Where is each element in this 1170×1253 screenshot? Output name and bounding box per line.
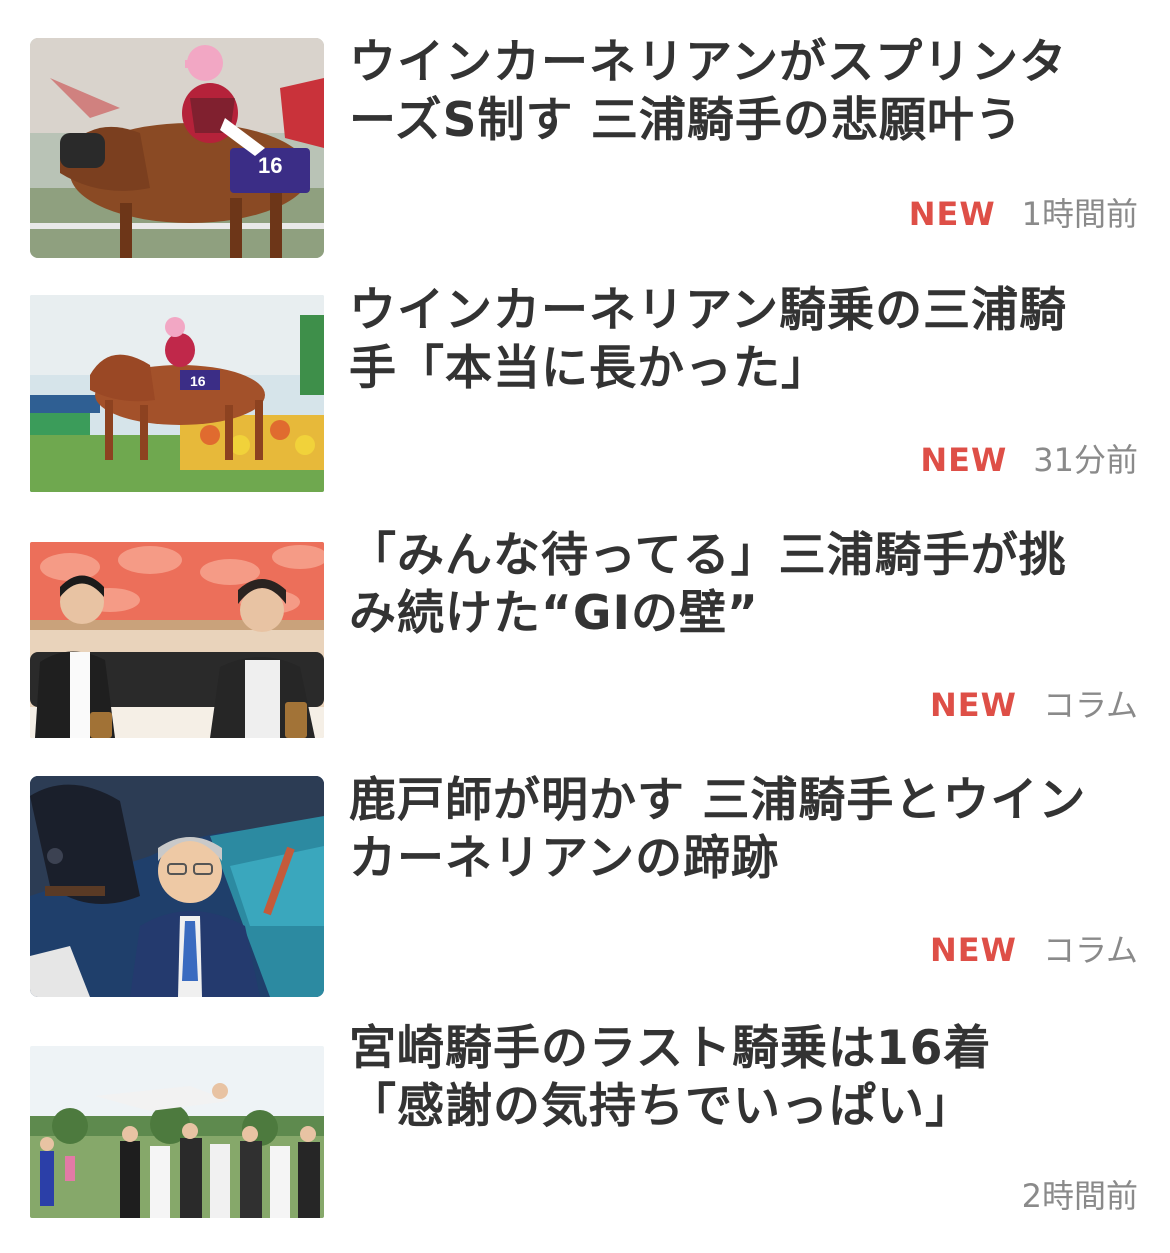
article-title[interactable]: 鹿戸師が明かす 三浦騎手とウイン カーネリアンの蹄跡 [349, 772, 1139, 888]
article-time: 31分前 [1033, 441, 1138, 479]
article-title[interactable]: ウインカーネリアンがスプリンタ ーズS制す 三浦騎手の悲願叶う [349, 34, 1139, 150]
article-title-line: ウインカーネリアン騎乗の三浦騎 [349, 283, 1068, 338]
article-time: 2時間前 [1021, 1177, 1138, 1215]
article-thumbnail[interactable] [30, 776, 324, 997]
article-title-line: 「みんな待ってる」三浦騎手が挑 [349, 528, 1067, 583]
article-meta: NEW 1時間前 [909, 194, 1138, 234]
new-badge: NEW [908, 195, 996, 233]
article-title-line: 「感謝の気持ちでいっぱい」 [349, 1079, 973, 1134]
news-feed: 16 ウインカーネリアンがスプリンタ ーズS制す 三浦騎手の悲願叶う NEW 1時… [0, 0, 1170, 1253]
news-item[interactable]: 16 ウインカーネリアンがスプリンタ ーズS制す 三浦騎手の悲願叶う NEW 1時… [0, 0, 1170, 270]
new-badge: NEW [930, 931, 1017, 969]
article-title-line: ーズS制す 三浦騎手の悲願叶う [349, 93, 1023, 148]
article-meta: NEW 31分前 [920, 440, 1138, 480]
new-badge: NEW [930, 686, 1017, 724]
article-thumbnail[interactable] [30, 1046, 324, 1218]
article-title[interactable]: 「みんな待ってる」三浦騎手が挑 み続けた“GIの壁” [349, 527, 1139, 643]
article-thumbnail[interactable] [30, 542, 324, 738]
article-title-line: 宮崎騎手のラスト騎乗は16着 [349, 1021, 992, 1076]
svg-text:16: 16 [258, 153, 282, 178]
article-title[interactable]: ウインカーネリアン騎乗の三浦騎 手「本当に長かった」 [349, 282, 1139, 398]
article-meta: NEW コラム [930, 930, 1138, 970]
article-title-line: 手「本当に長かった」 [349, 341, 829, 396]
article-title-line: み続けた“GIの壁” [349, 586, 759, 641]
article-title-line: 鹿戸師が明かす 三浦騎手とウイン [349, 773, 1087, 828]
article-meta: 2時間前 [1022, 1176, 1138, 1216]
news-item[interactable]: 鹿戸師が明かす 三浦騎手とウイン カーネリアンの蹄跡 NEW コラム [0, 760, 1170, 1010]
svg-text:16: 16 [190, 373, 206, 389]
news-item[interactable]: 宮崎騎手のラスト騎乗は16着 「感謝の気持ちでいっぱい」 2時間前 [0, 1010, 1170, 1253]
article-time: コラム [1042, 686, 1138, 724]
article-meta: NEW コラム [930, 685, 1138, 725]
news-item[interactable]: 「みんな待ってる」三浦騎手が挑 み続けた“GIの壁” NEW コラム [0, 515, 1170, 760]
article-thumbnail[interactable]: 16 [30, 295, 324, 492]
new-badge: NEW [920, 441, 1008, 479]
article-time: コラム [1042, 931, 1138, 969]
article-title[interactable]: 宮崎騎手のラスト騎乗は16着 「感謝の気持ちでいっぱい」 [349, 1020, 1139, 1136]
article-thumbnail[interactable]: 16 [30, 38, 324, 258]
article-time: 1時間前 [1021, 195, 1138, 233]
article-title-line: ウインカーネリアンがスプリンタ [349, 35, 1068, 90]
article-title-line: カーネリアンの蹄跡 [349, 831, 780, 886]
news-item[interactable]: 16 ウインカーネリアン騎乗の三浦騎 手「本当に長かった」 NEW 31分前 [0, 270, 1170, 515]
